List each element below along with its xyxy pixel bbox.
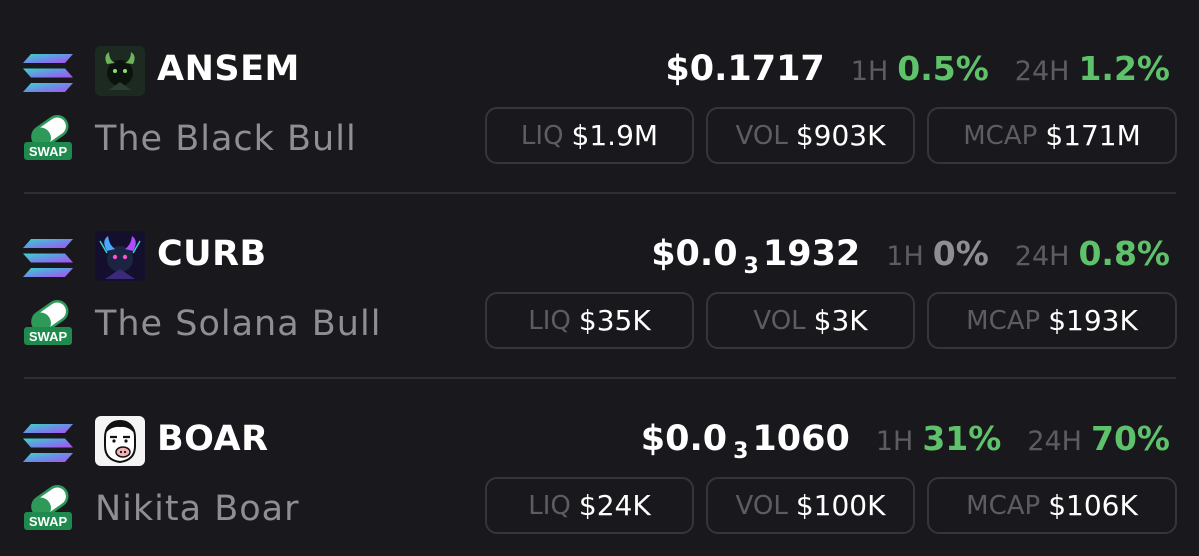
h1-change: 31% — [922, 419, 1002, 458]
h1-label: 1H — [886, 241, 924, 272]
h1-change: 0.5% — [897, 49, 989, 88]
mcap-pill[interactable]: MCAP $171M — [927, 107, 1177, 164]
liq-pill[interactable]: LIQ $35K — [485, 292, 694, 349]
mcap-label: MCAP — [966, 490, 1041, 521]
liq-value: $35K — [578, 304, 651, 337]
vol-pill[interactable]: VOL $903K — [706, 107, 915, 164]
price-prefix: $0.0 — [651, 234, 738, 274]
token-price: $0.1717 — [665, 46, 824, 92]
h24-change: 1.2% — [1078, 49, 1170, 88]
token-name: The Black Bull — [95, 119, 357, 159]
token-row[interactable]: SWAP CURB The Solana Bull $0.0 3 1932 1H 0… — [0, 185, 1199, 370]
mcap-value: $171M — [1045, 119, 1141, 152]
h24-label: 24H — [1014, 241, 1070, 272]
h1-label: 1H — [875, 426, 914, 457]
price-stats: $0.1717 1H 0.5% 24H 1.2% — [665, 46, 1170, 92]
liq-label: LIQ — [528, 305, 571, 336]
token-price: $0.0 3 1060 — [641, 416, 850, 467]
token-price: $0.0 3 1932 — [651, 231, 860, 282]
svg-text:SWAP: SWAP — [29, 329, 68, 344]
black-bull-avatar — [95, 46, 145, 96]
metrics-pills: LIQ $1.9M VOL $903K MCAP $171M — [485, 107, 1177, 164]
h24-label: 24H — [1014, 56, 1070, 87]
price-digits: 1932 — [762, 234, 861, 274]
vol-label: VOL — [735, 120, 788, 151]
metrics-pills: LIQ $35K VOL $3K MCAP $193K — [485, 292, 1177, 349]
liq-value: $24K — [578, 489, 651, 522]
mcap-value: $106K — [1048, 489, 1138, 522]
h24-label: 24H — [1027, 426, 1082, 457]
token-symbol: ANSEM — [157, 49, 300, 89]
price-zero-count: 3 — [733, 439, 749, 464]
vol-value: $100K — [795, 489, 886, 522]
solana-icon — [23, 424, 73, 462]
boar-face-avatar — [95, 416, 145, 466]
solana-icon — [23, 54, 73, 92]
price-stats: $0.0 3 1932 1H 0% 24H 0.8% — [651, 231, 1170, 279]
vol-value: $3K — [813, 304, 868, 337]
token-row[interactable]: SWAP ANSEM The Black Bull $0.1717 1H 0.5… — [0, 0, 1199, 185]
mcap-value: $193K — [1048, 304, 1138, 337]
token-name: Nikita Boar — [95, 489, 300, 529]
price-zero-count: 3 — [743, 254, 759, 279]
h24-change: 0.8% — [1078, 234, 1170, 273]
vol-pill[interactable]: VOL $3K — [706, 292, 915, 349]
h1-label: 1H — [850, 56, 889, 87]
vol-value: $903K — [795, 119, 886, 152]
token-symbol: CURB — [157, 234, 267, 274]
svg-text:SWAP: SWAP — [29, 144, 68, 159]
vol-label: VOL — [753, 305, 806, 336]
token-name: The Solana Bull — [95, 304, 382, 344]
price-digits: 1060 — [752, 419, 850, 459]
liq-pill[interactable]: LIQ $24K — [485, 477, 694, 534]
solana-bull-avatar — [95, 231, 145, 281]
swap-pill-icon[interactable]: SWAP — [23, 297, 73, 347]
price-prefix: $0.1717 — [665, 49, 825, 89]
price-prefix: $0.0 — [640, 419, 728, 459]
mcap-pill[interactable]: MCAP $193K — [927, 292, 1177, 349]
token-symbol: BOAR — [157, 419, 269, 459]
vol-label: VOL — [735, 490, 788, 521]
price-stats: $0.0 3 1060 1H 31% 24H 70% — [641, 416, 1170, 464]
svg-text:SWAP: SWAP — [29, 514, 68, 529]
mcap-label: MCAP — [966, 305, 1041, 336]
solana-icon — [23, 239, 73, 277]
token-row[interactable]: SWAP BOAR Nikita Boar $0.0 3 1060 1H 31% 2… — [0, 370, 1199, 555]
liq-value: $1.9M — [571, 119, 659, 152]
swap-pill-icon[interactable]: SWAP — [23, 482, 73, 532]
token-list: SWAP ANSEM The Black Bull $0.1717 1H 0.5… — [0, 0, 1199, 556]
liq-label: LIQ — [528, 490, 571, 521]
mcap-label: MCAP — [963, 120, 1038, 151]
liq-pill[interactable]: LIQ $1.9M — [485, 107, 694, 164]
h24-change: 70% — [1091, 419, 1170, 458]
h1-change: 0% — [932, 234, 989, 273]
vol-pill[interactable]: VOL $100K — [706, 477, 915, 534]
metrics-pills: LIQ $24K VOL $100K MCAP $106K — [485, 477, 1177, 534]
mcap-pill[interactable]: MCAP $106K — [927, 477, 1177, 534]
swap-pill-icon[interactable]: SWAP — [23, 112, 73, 162]
liq-label: LIQ — [520, 120, 564, 151]
